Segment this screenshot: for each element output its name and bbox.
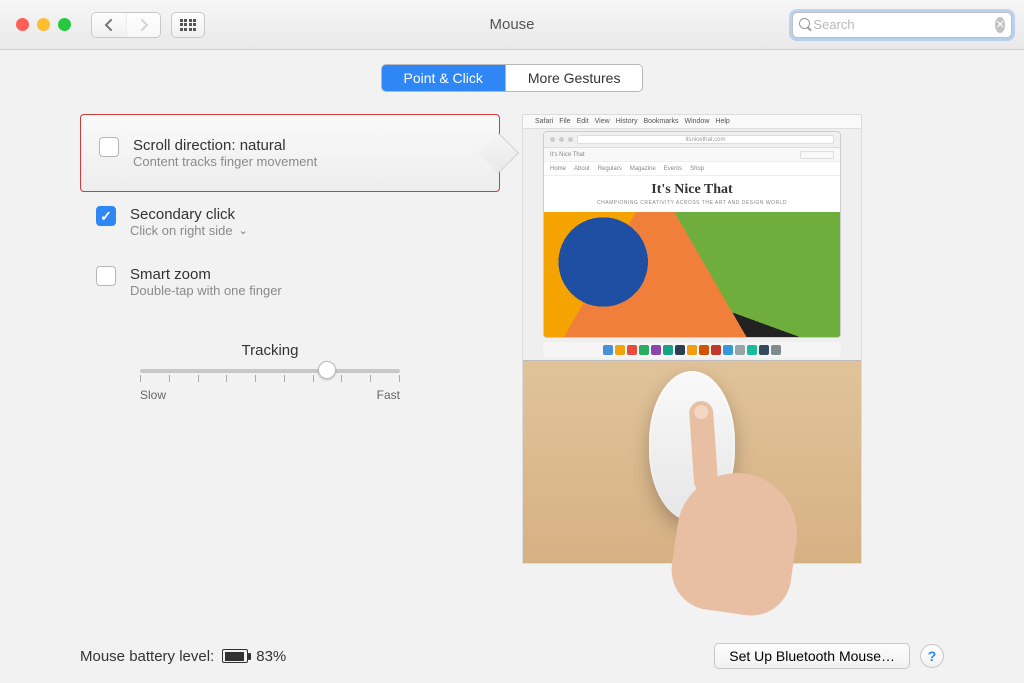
search-input[interactable]	[813, 17, 989, 32]
secondary-click-subtitle: Click on right side	[130, 223, 233, 238]
option-secondary-click[interactable]: Secondary click Click on right side ⌄	[80, 192, 500, 252]
preview-screen: Safari File Edit View History Bookmarks …	[523, 115, 861, 361]
scroll-direction-checkbox[interactable]	[99, 137, 119, 157]
preview-menubar: Safari File Edit View History Bookmarks …	[523, 115, 861, 129]
preview-app-name: Safari	[535, 118, 553, 125]
back-button[interactable]	[92, 13, 126, 37]
scroll-direction-title: Scroll direction: natural	[133, 137, 317, 154]
battery-percent: 83%	[256, 648, 286, 665]
tab-point-and-click[interactable]: Point & Click	[382, 65, 505, 91]
preview-dock	[543, 342, 841, 358]
preview-column: Safari File Edit View History Bookmarks …	[522, 114, 944, 564]
tracking-ticks	[140, 375, 400, 382]
smart-zoom-title: Smart zoom	[130, 266, 282, 283]
grid-icon	[180, 19, 197, 31]
secondary-click-title: Secondary click	[130, 206, 248, 223]
search-icon	[799, 18, 807, 32]
close-window-button[interactable]	[16, 18, 29, 31]
preview-desk	[523, 361, 861, 563]
titlebar: Mouse ✕	[0, 0, 1024, 50]
window-controls	[16, 18, 71, 31]
preview-artwork	[544, 212, 840, 337]
battery-icon	[222, 649, 248, 663]
secondary-click-checkbox[interactable]	[96, 206, 116, 226]
preview-hand-icon	[656, 393, 786, 573]
help-button[interactable]: ?	[920, 644, 944, 668]
tracking-slider[interactable]	[140, 369, 400, 373]
chevron-down-icon[interactable]: ⌄	[239, 224, 248, 237]
show-all-button[interactable]	[171, 12, 205, 38]
smart-zoom-subtitle: Double-tap with one finger	[130, 283, 282, 298]
gesture-preview: Safari File Edit View History Bookmarks …	[522, 114, 862, 564]
option-scroll-direction[interactable]: Scroll direction: natural Content tracks…	[80, 114, 500, 192]
preview-site-subtitle: CHAMPIONING CREATIVITY ACROSS THE ART AN…	[548, 200, 836, 206]
preferences-panel: Point & Click More Gestures Scroll direc…	[0, 50, 1024, 683]
footer: Mouse battery level: 83% Set Up Bluetoot…	[0, 631, 1024, 683]
preview-tab-label: It's Nice That	[550, 152, 585, 158]
tracking-label: Tracking	[140, 342, 400, 359]
preview-browser-window: itsnicethat.com It's Nice That Home Abou…	[543, 131, 841, 338]
chevron-left-icon	[104, 19, 114, 31]
option-smart-zoom[interactable]: Smart zoom Double-tap with one finger	[80, 252, 500, 312]
tracking-slow-label: Slow	[140, 388, 166, 402]
smart-zoom-checkbox[interactable]	[96, 266, 116, 286]
clear-search-button[interactable]: ✕	[995, 17, 1005, 33]
zoom-window-button[interactable]	[58, 18, 71, 31]
preview-address-bar: itsnicethat.com	[577, 135, 834, 144]
nav-segment	[91, 12, 161, 38]
tracking-slider-knob[interactable]	[318, 361, 336, 379]
battery-label: Mouse battery level:	[80, 648, 214, 665]
tracking-section: Tracking Slow Fast	[140, 342, 400, 402]
minimize-window-button[interactable]	[37, 18, 50, 31]
scroll-direction-subtitle: Content tracks finger movement	[133, 154, 317, 169]
forward-button[interactable]	[126, 13, 160, 37]
chevron-right-icon	[139, 19, 149, 31]
tracking-fast-label: Fast	[377, 388, 400, 402]
preview-site-title: It's Nice That	[548, 182, 836, 198]
search-field-wrap[interactable]: ✕	[792, 12, 1012, 38]
tab-bar: Point & Click More Gestures	[0, 64, 1024, 92]
setup-bluetooth-mouse-button[interactable]: Set Up Bluetooth Mouse…	[714, 643, 910, 669]
options-column: Scroll direction: natural Content tracks…	[80, 114, 500, 564]
tab-more-gestures[interactable]: More Gestures	[505, 65, 643, 91]
